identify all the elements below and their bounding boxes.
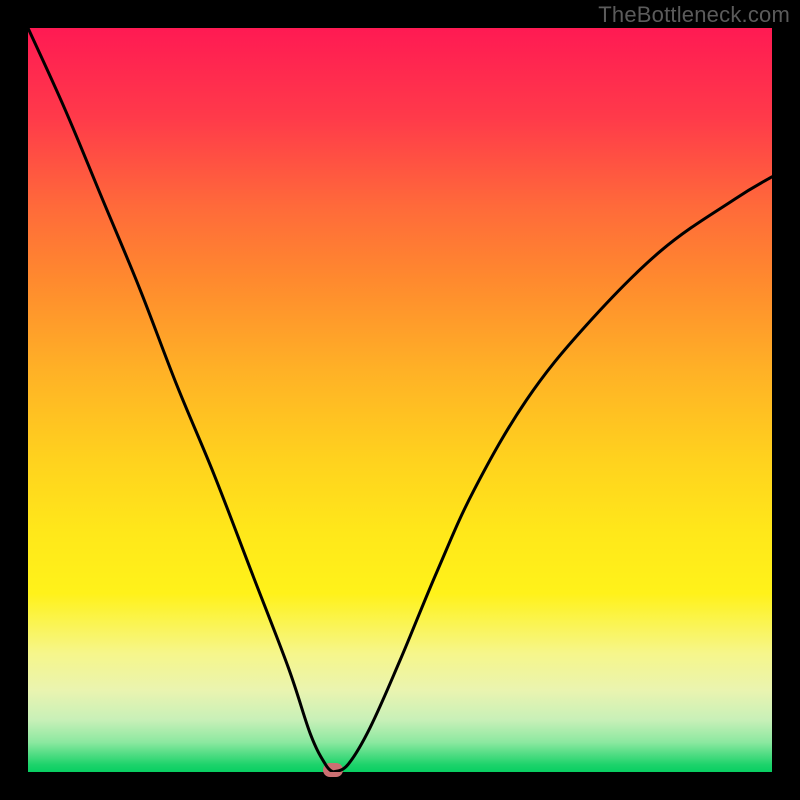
curve-path [28,28,772,772]
chart-plot-area [28,28,772,772]
bottleneck-curve [28,28,772,772]
watermark-text: TheBottleneck.com [598,2,790,28]
